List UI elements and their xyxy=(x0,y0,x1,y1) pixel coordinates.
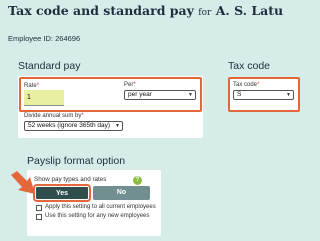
help-icon[interactable]: ? xyxy=(133,176,142,185)
page-title: Tax code and standard pay for A. S. Latu xyxy=(8,3,283,18)
title-text: Tax code and standard pay xyxy=(8,3,194,18)
tax-code-label: Tax code* xyxy=(233,82,260,88)
tax-code-heading: Tax code xyxy=(228,60,271,72)
divide-label: Divide annual sum by* xyxy=(24,113,84,119)
employee-id: Employee ID: 264696 xyxy=(8,34,81,43)
divide-select-value: 52 weeks (ignore 365th day) xyxy=(28,122,111,129)
use-new-label: Use this setting for any new employees xyxy=(45,213,150,219)
standard-pay-heading: Standard pay xyxy=(18,60,81,72)
divide-select[interactable]: 52 weeks (ignore 365th day) ▼ xyxy=(24,121,123,131)
rate-label: Rate* xyxy=(24,83,40,89)
employee-name: A. S. Latu xyxy=(215,3,284,18)
no-button[interactable]: No xyxy=(93,186,150,200)
pointer-arrow-icon xyxy=(11,171,35,194)
use-new-checkbox[interactable] xyxy=(36,214,42,220)
tax-code-value: S xyxy=(237,91,242,98)
rate-input[interactable]: 1 xyxy=(24,90,64,106)
chevron-down-icon: ▼ xyxy=(115,123,120,129)
payslip-heading: Payslip format option xyxy=(27,155,126,167)
chevron-down-icon: ▼ xyxy=(188,92,193,98)
title-for: for xyxy=(198,8,212,18)
per-select-value: per year xyxy=(128,91,152,98)
tax-code-select[interactable]: S ▼ xyxy=(233,90,294,100)
show-pay-types-label: Show pay types and rates xyxy=(34,176,107,183)
per-select[interactable]: per year ▼ xyxy=(124,90,196,100)
apply-all-label: Apply this setting to all current employ… xyxy=(45,204,156,210)
yes-button[interactable]: Yes xyxy=(33,184,91,202)
per-label: Per* xyxy=(124,82,136,88)
apply-all-checkbox[interactable] xyxy=(36,205,42,211)
chevron-down-icon: ▼ xyxy=(286,92,291,98)
